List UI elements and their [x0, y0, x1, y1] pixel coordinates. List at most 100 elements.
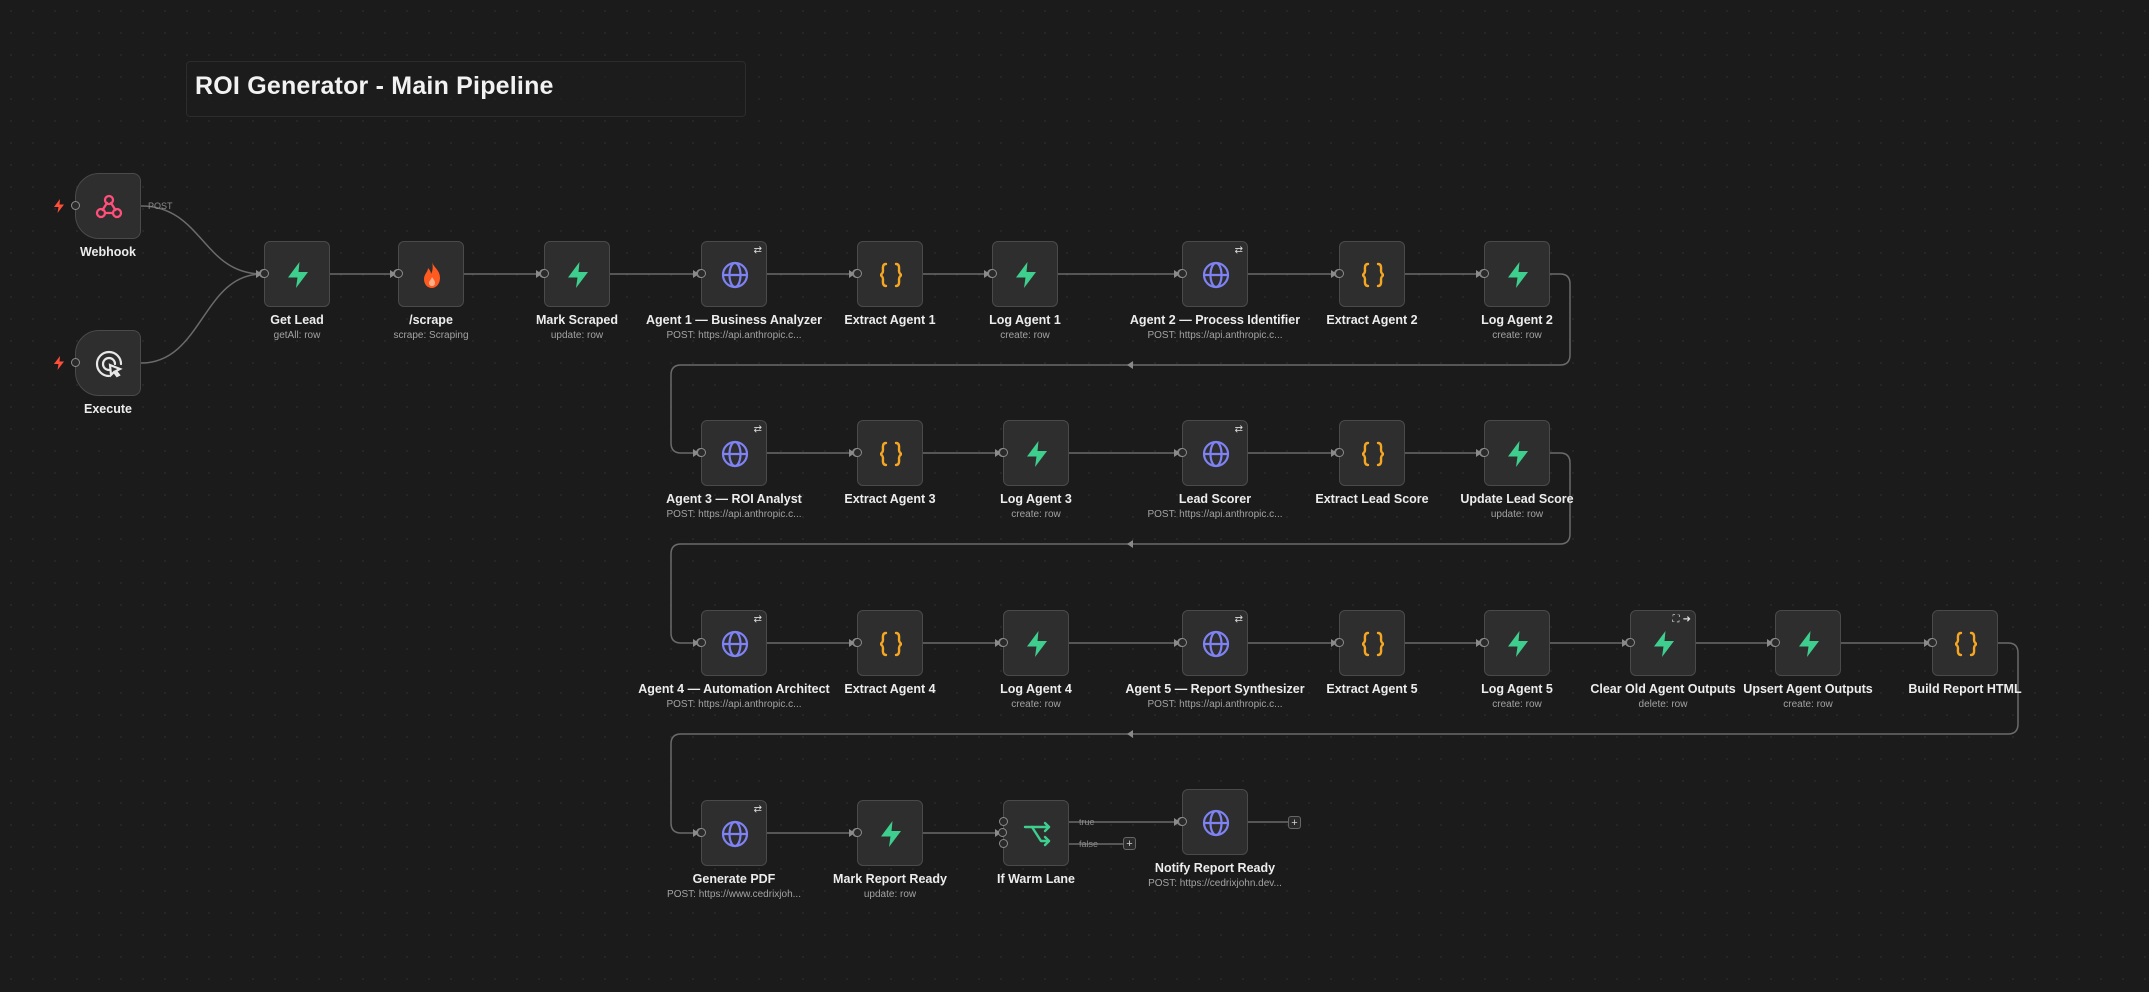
node-box[interactable]: [398, 241, 464, 307]
node-label: Log Agent 3 create: row: [936, 492, 1136, 521]
node-subtitle: create: row: [1000, 330, 1050, 341]
false-output-port[interactable]: [999, 839, 1008, 848]
node-subtitle: POST: https://api.anthropic.c...: [666, 509, 802, 520]
output-port[interactable]: [853, 269, 862, 278]
output-port[interactable]: [1480, 269, 1489, 278]
output-port[interactable]: [697, 638, 706, 647]
output-port[interactable]: [1480, 638, 1489, 647]
output-port[interactable]: [999, 448, 1008, 457]
node-title: Log Agent 5: [1481, 682, 1553, 696]
node-box[interactable]: [857, 241, 923, 307]
output-port[interactable]: [260, 269, 269, 278]
output-port[interactable]: [1335, 269, 1344, 278]
workflow-canvas[interactable]: ROI Generator - Main Pipeline Webhook Exe…: [0, 0, 2149, 992]
node-box[interactable]: [264, 241, 330, 307]
add-node-false-button[interactable]: +: [1123, 837, 1136, 850]
node-box[interactable]: ⇄: [701, 610, 767, 676]
supabase-icon: [282, 259, 314, 291]
supabase-icon: [1502, 628, 1534, 660]
output-port[interactable]: [1335, 448, 1344, 457]
globe-icon: [719, 438, 751, 470]
output-port[interactable]: [988, 269, 997, 278]
node-box[interactable]: [992, 241, 1058, 307]
add-node-after-notify-button[interactable]: +: [1288, 816, 1301, 829]
node-box[interactable]: [1932, 610, 1998, 676]
output-port[interactable]: [999, 638, 1008, 647]
node-box[interactable]: [1775, 610, 1841, 676]
node-title: Extract Agent 4: [844, 682, 936, 696]
output-port[interactable]: [71, 358, 80, 367]
node-title: Generate PDF: [692, 872, 776, 886]
node-title: Extract Agent 5: [1326, 682, 1418, 696]
node-label: Log Agent 1 create: row: [925, 313, 1125, 342]
output-port[interactable]: [697, 269, 706, 278]
node-box[interactable]: ⇄: [701, 241, 767, 307]
node-box[interactable]: [75, 330, 141, 396]
node-box[interactable]: [1182, 789, 1248, 855]
output-port[interactable]: [1178, 269, 1187, 278]
output-port[interactable]: [697, 448, 706, 457]
code-braces-icon: [1950, 628, 1982, 660]
node-box[interactable]: [1003, 800, 1069, 866]
input-port[interactable]: [998, 828, 1007, 837]
globe-icon: [1200, 438, 1232, 470]
node-title: Lead Scorer: [1178, 492, 1252, 506]
connection-line[interactable]: [670, 452, 1571, 644]
output-port[interactable]: [853, 828, 862, 837]
node-box[interactable]: [544, 241, 610, 307]
output-port[interactable]: [1178, 448, 1187, 457]
node-box[interactable]: [857, 420, 923, 486]
globe-icon: [1200, 259, 1232, 291]
connection-line[interactable]: [670, 273, 1571, 454]
retry-icon: ⇄: [753, 804, 762, 815]
node-box[interactable]: [1339, 241, 1405, 307]
output-port[interactable]: [1480, 448, 1489, 457]
supabase-icon: [1021, 628, 1053, 660]
code-braces-icon: [1357, 259, 1389, 291]
node-box[interactable]: [75, 173, 141, 239]
output-port[interactable]: [1771, 638, 1780, 647]
output-port[interactable]: [697, 828, 706, 837]
node-box[interactable]: ⛶ ➜: [1630, 610, 1696, 676]
node-box[interactable]: [1003, 610, 1069, 676]
output-port[interactable]: [853, 448, 862, 457]
connection-line[interactable]: [140, 205, 263, 275]
node-box[interactable]: [1003, 420, 1069, 486]
node-box[interactable]: ⇄: [701, 800, 767, 866]
retry-icon: ⇄: [1234, 245, 1243, 256]
sticky-note[interactable]: ROI Generator - Main Pipeline: [186, 61, 746, 117]
output-port[interactable]: [853, 638, 862, 647]
workflow-title: ROI Generator - Main Pipeline: [195, 72, 554, 100]
node-label: If Warm Lane: [936, 872, 1136, 886]
node-box[interactable]: [1484, 420, 1550, 486]
node-box[interactable]: ⇄: [1182, 420, 1248, 486]
node-box[interactable]: [857, 610, 923, 676]
node-label: Execute: [8, 402, 208, 416]
output-port[interactable]: [1178, 817, 1187, 826]
node-title: Webhook: [79, 245, 137, 259]
true-output-port[interactable]: [999, 817, 1008, 826]
node-box[interactable]: ⇄: [1182, 241, 1248, 307]
output-port[interactable]: [394, 269, 403, 278]
node-box[interactable]: [1484, 241, 1550, 307]
node-box[interactable]: ⇄: [1182, 610, 1248, 676]
node-box[interactable]: ⇄: [701, 420, 767, 486]
edge-label-post: POST: [148, 201, 173, 211]
node-box[interactable]: [857, 800, 923, 866]
node-box[interactable]: [1339, 420, 1405, 486]
node-box[interactable]: [1339, 610, 1405, 676]
output-port[interactable]: [1928, 638, 1937, 647]
output-port[interactable]: [71, 201, 80, 210]
output-port[interactable]: [1626, 638, 1635, 647]
output-port[interactable]: [1335, 638, 1344, 647]
output-port[interactable]: [540, 269, 549, 278]
node-title: Extract Agent 1: [844, 313, 936, 327]
node-title: Notify Report Ready: [1154, 861, 1276, 875]
supabase-icon: [1502, 438, 1534, 470]
output-port[interactable]: [1178, 638, 1187, 647]
node-title: Log Agent 3: [1000, 492, 1072, 506]
node-label: Notify Report Ready POST: https://cedrixj…: [1115, 861, 1315, 890]
pin-arrow-icon: ⛶ ➜: [1672, 614, 1691, 625]
node-box[interactable]: [1484, 610, 1550, 676]
node-title: Extract Agent 3: [844, 492, 936, 506]
